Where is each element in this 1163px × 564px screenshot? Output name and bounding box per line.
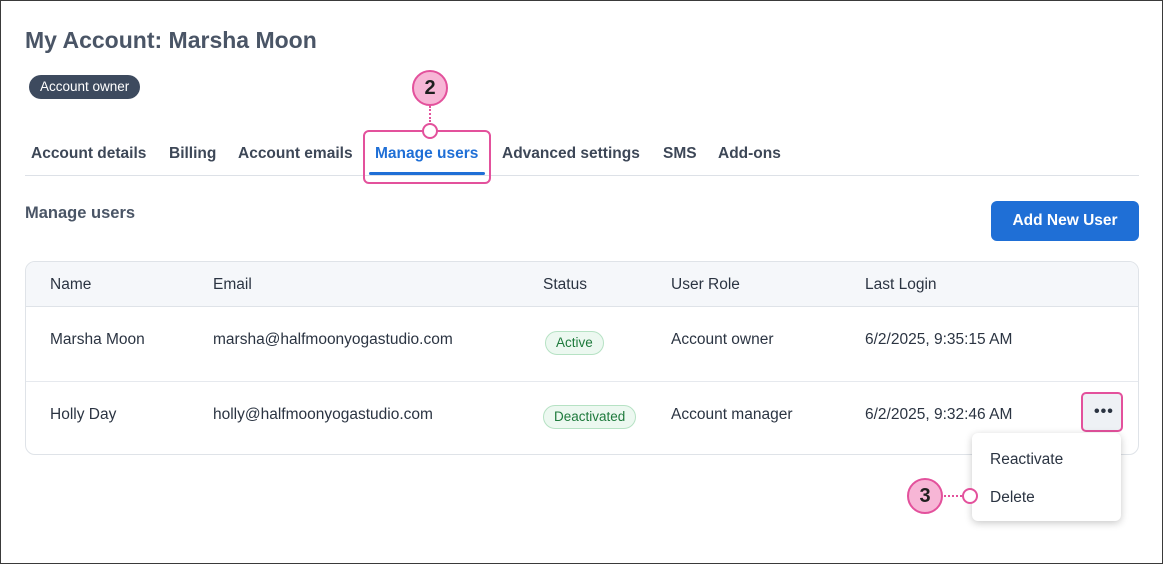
step-2-connector (429, 106, 431, 122)
account-owner-badge: Account owner (29, 75, 141, 99)
step-3-marker (962, 488, 978, 504)
table-header: Name Email Status User Role Last Login (26, 262, 1138, 307)
tab-advanced-settings[interactable]: Advanced settings (502, 145, 640, 163)
account-tabs: Account details Billing Account emails M… (25, 133, 1139, 176)
last-login: 6/2/2025, 9:32:46 AM (865, 406, 1013, 423)
user-role: Account manager (671, 406, 793, 423)
page-title: My Account: Marsha Moon (25, 27, 317, 53)
menu-item-reactivate[interactable]: Reactivate (990, 451, 1063, 469)
tab-account-emails[interactable]: Account emails (238, 145, 353, 163)
column-header-name: Name (50, 276, 92, 293)
table-row: Marsha Moon marsha@halfmoonyogastudio.co… (26, 306, 1138, 380)
step-3-callout: 3 (907, 478, 943, 514)
screenshot-frame: My Account: Marsha Moon Account owner Ac… (0, 0, 1163, 564)
row-actions-menu: Reactivate Delete (972, 433, 1121, 521)
users-table: Name Email Status User Role Last Login M… (25, 261, 1139, 455)
add-new-user-button[interactable]: Add New User (991, 201, 1139, 241)
last-login: 6/2/2025, 9:35:15 AM (865, 331, 1013, 348)
tab-account-details[interactable]: Account details (31, 145, 146, 163)
menu-item-delete[interactable]: Delete (990, 489, 1035, 507)
tab-billing[interactable]: Billing (169, 145, 216, 163)
tab-add-ons[interactable]: Add-ons (718, 145, 781, 163)
step-3-connector (944, 495, 962, 497)
column-header-user-role: User Role (671, 276, 740, 293)
column-header-last-login: Last Login (865, 276, 937, 293)
section-title: Manage users (25, 204, 136, 222)
column-header-email: Email (213, 276, 252, 293)
step-2-callout: 2 (412, 70, 448, 106)
tab-sms[interactable]: SMS (663, 145, 697, 163)
user-name: Marsha Moon (50, 331, 145, 348)
column-header-status: Status (543, 276, 587, 293)
user-email: marsha@halfmoonyogastudio.com (213, 331, 453, 348)
user-role: Account owner (671, 331, 774, 348)
step-2-marker (422, 123, 438, 139)
user-name: Holly Day (50, 406, 117, 423)
status-badge: Active (545, 331, 604, 355)
ellipsis-icon: ••• (1094, 403, 1114, 420)
status-badge: Deactivated (543, 405, 637, 429)
row-actions-button[interactable]: ••• (1081, 392, 1123, 432)
user-email: holly@halfmoonyogastudio.com (213, 406, 433, 423)
